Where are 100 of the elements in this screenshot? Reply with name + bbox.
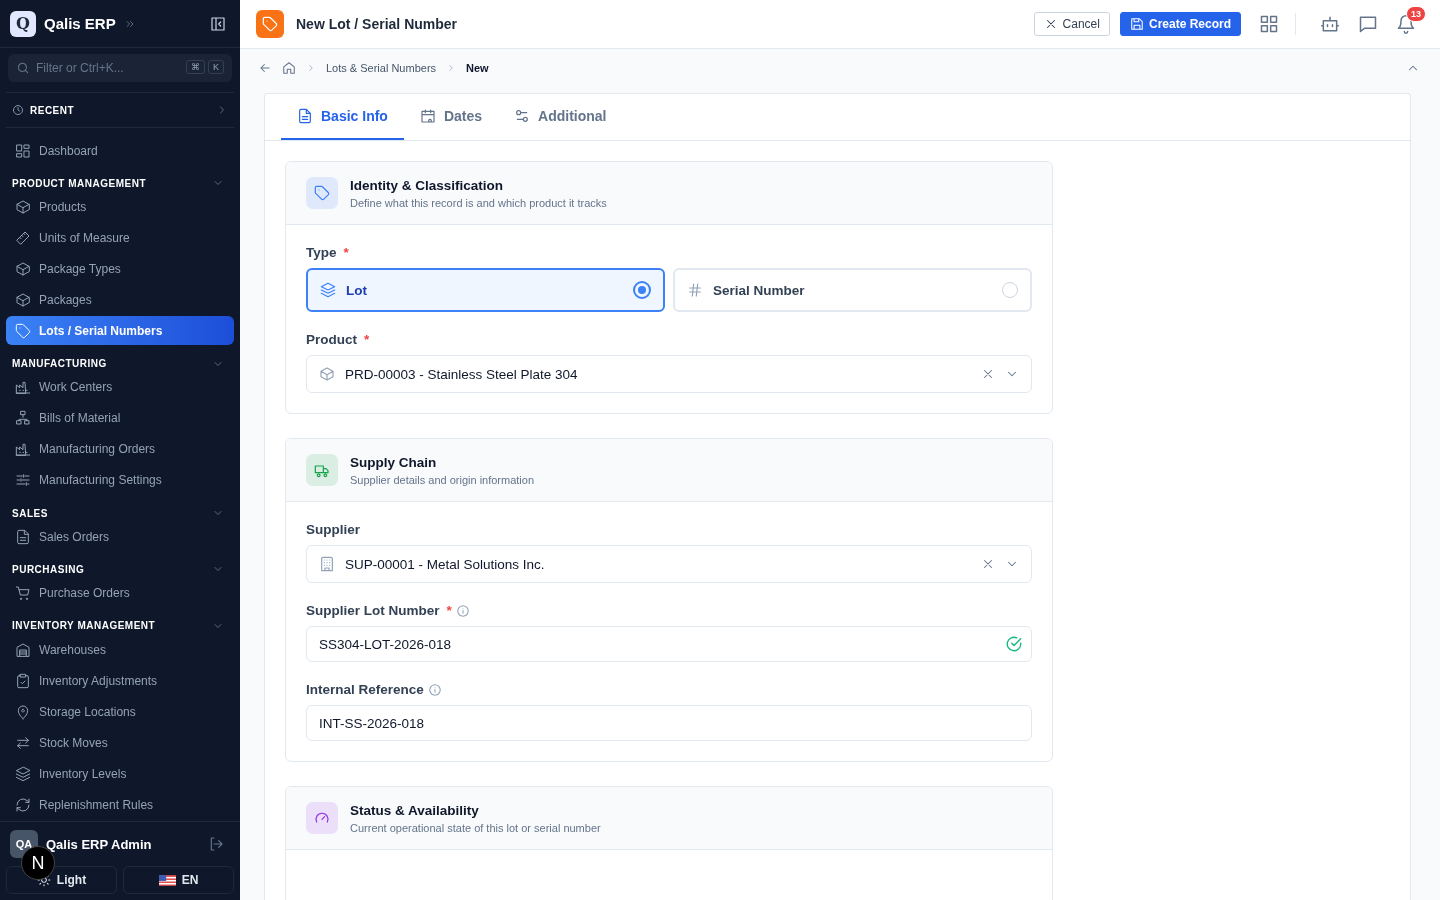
- nav-item[interactable]: Dashboard: [6, 136, 234, 165]
- section-title: Supply Chain: [350, 454, 438, 470]
- section-title: Identity & Classification: [350, 177, 505, 193]
- language-button[interactable]: EN: [123, 866, 234, 894]
- text-field[interactable]: SS304-LOT-2026-018: [306, 626, 1032, 662]
- field-label: Supplier: [306, 522, 360, 537]
- nav-item[interactable]: Stock Moves: [6, 728, 234, 758]
- tag-icon: [256, 10, 284, 38]
- app-logo: Q: [10, 10, 36, 37]
- chat-icon[interactable]: [1358, 14, 1378, 34]
- tag-icon: [15, 322, 31, 339]
- field-label: Type: [306, 245, 337, 260]
- pin-icon: [15, 703, 31, 720]
- text-field[interactable]: INT-SS-2026-018: [306, 705, 1032, 741]
- back-arrow-icon[interactable]: [258, 61, 272, 75]
- ruler-icon: [15, 229, 31, 246]
- clear-icon[interactable]: [981, 557, 995, 571]
- nav-item[interactable]: Replenishment Rules: [6, 790, 234, 820]
- radio-indicator[interactable]: [633, 281, 651, 299]
- sidebar-collapse-icon[interactable]: [210, 15, 226, 32]
- required-mark: *: [343, 245, 349, 260]
- bot-icon[interactable]: [1320, 14, 1340, 34]
- factory-icon: [15, 441, 31, 458]
- nav-item[interactable]: Units of Measure: [6, 223, 234, 253]
- nav-item[interactable]: Storage Locations: [6, 697, 234, 727]
- box-icon: [15, 260, 31, 277]
- clear-icon[interactable]: [981, 367, 995, 381]
- tab[interactable]: Dates: [403, 94, 499, 140]
- nav-item[interactable]: Lots / Serial Numbers: [6, 316, 234, 346]
- section-subtitle: Supplier details and origin information: [350, 473, 535, 486]
- page-title: New Lot / Serial Number: [296, 16, 458, 32]
- nav-item[interactable]: Bills of Material: [6, 403, 234, 433]
- file-icon: [297, 108, 313, 124]
- recent-toggle[interactable]: RECENT: [6, 92, 234, 128]
- building-icon: [319, 556, 335, 572]
- radio-option[interactable]: Serial Number: [673, 268, 1032, 312]
- section-subtitle: Current operational state of this lot or serial number: [350, 821, 601, 834]
- sliders-icon: [15, 472, 31, 489]
- flag-icon: [158, 874, 176, 886]
- shortcut-key: ⌘: [186, 60, 205, 74]
- nav-item[interactable]: Warehouses: [6, 635, 234, 665]
- info-icon[interactable]: [427, 682, 442, 697]
- field-label: Supplier Lot Number: [306, 603, 440, 618]
- nav-item[interactable]: Packages: [6, 285, 234, 315]
- box-icon: [319, 366, 335, 382]
- file-icon: [15, 528, 31, 545]
- tab[interactable]: Additional: [498, 94, 623, 140]
- logout-icon[interactable]: [208, 836, 224, 852]
- box-icon: [15, 291, 31, 308]
- calendar-icon: [419, 108, 436, 124]
- nav-section-header[interactable]: PURCHASING: [6, 556, 234, 579]
- app-name: Qalis ERP: [44, 15, 116, 32]
- home-icon[interactable]: [282, 61, 296, 75]
- nav-section-header[interactable]: PRODUCT MANAGEMENT: [6, 170, 234, 193]
- nav-item[interactable]: Manufacturing Settings: [6, 465, 234, 495]
- shortcut-key: K: [208, 60, 224, 74]
- layers-icon: [15, 765, 31, 782]
- select-field[interactable]: PRD-00003 - Stainless Steel Plate 304: [306, 355, 1032, 393]
- nav-item[interactable]: Inventory Levels: [6, 759, 234, 789]
- nav-item[interactable]: Sales Orders: [6, 522, 234, 552]
- required-mark: *: [364, 332, 370, 347]
- nav-item[interactable]: Purchase Orders: [6, 578, 234, 608]
- hash-icon: [687, 282, 703, 298]
- layers-icon: [320, 282, 336, 298]
- required-mark: *: [446, 603, 452, 618]
- grid-icon: [15, 142, 31, 159]
- save-icon: [1129, 17, 1144, 31]
- radio-option[interactable]: Lot: [306, 268, 665, 312]
- nav-section-header[interactable]: MANUFACTURING: [6, 350, 234, 373]
- nav-section-header[interactable]: SALES: [6, 499, 234, 523]
- nav-item[interactable]: Inventory Adjustments: [6, 666, 234, 696]
- nav-section-header[interactable]: INVENTORY MANAGEMENT: [6, 612, 234, 636]
- info-icon[interactable]: [455, 603, 470, 618]
- section-subtitle: Define what this record is and which product it tracks: [350, 196, 607, 209]
- arrows-icon: [15, 734, 31, 751]
- field-label: Product: [306, 332, 357, 347]
- breadcrumb-link[interactable]: Lots & Serial Numbers: [326, 62, 437, 74]
- field-label: Internal Reference: [306, 682, 424, 697]
- refresh-icon: [15, 796, 31, 813]
- factory-icon: [15, 379, 31, 396]
- box-icon: [15, 198, 31, 215]
- cart-icon: [15, 585, 31, 602]
- nav-item[interactable]: Work Centers: [6, 372, 234, 402]
- warehouse-icon: [15, 641, 31, 658]
- nav-item[interactable]: Package Types: [6, 254, 234, 284]
- notification-count: 13: [1406, 6, 1426, 22]
- tab[interactable]: Basic Info: [281, 94, 404, 140]
- network-icon: [15, 410, 31, 427]
- search-icon: [16, 61, 30, 75]
- create-button[interactable]: Create Record: [1119, 12, 1241, 36]
- clipboard-icon: [15, 672, 31, 689]
- chevron-right-icon: [306, 63, 316, 73]
- nav-item[interactable]: Products: [6, 192, 234, 222]
- section-title: Status & Availability: [350, 802, 480, 818]
- cancel-button[interactable]: Cancel: [1033, 12, 1110, 36]
- apps-grid-icon[interactable]: [1259, 14, 1279, 34]
- settings2-icon: [514, 108, 531, 124]
- nav-item[interactable]: Manufacturing Orders: [6, 434, 234, 464]
- clock-icon: [12, 104, 24, 116]
- select-field[interactable]: SUP-00001 - Metal Solutions Inc.: [306, 545, 1032, 583]
